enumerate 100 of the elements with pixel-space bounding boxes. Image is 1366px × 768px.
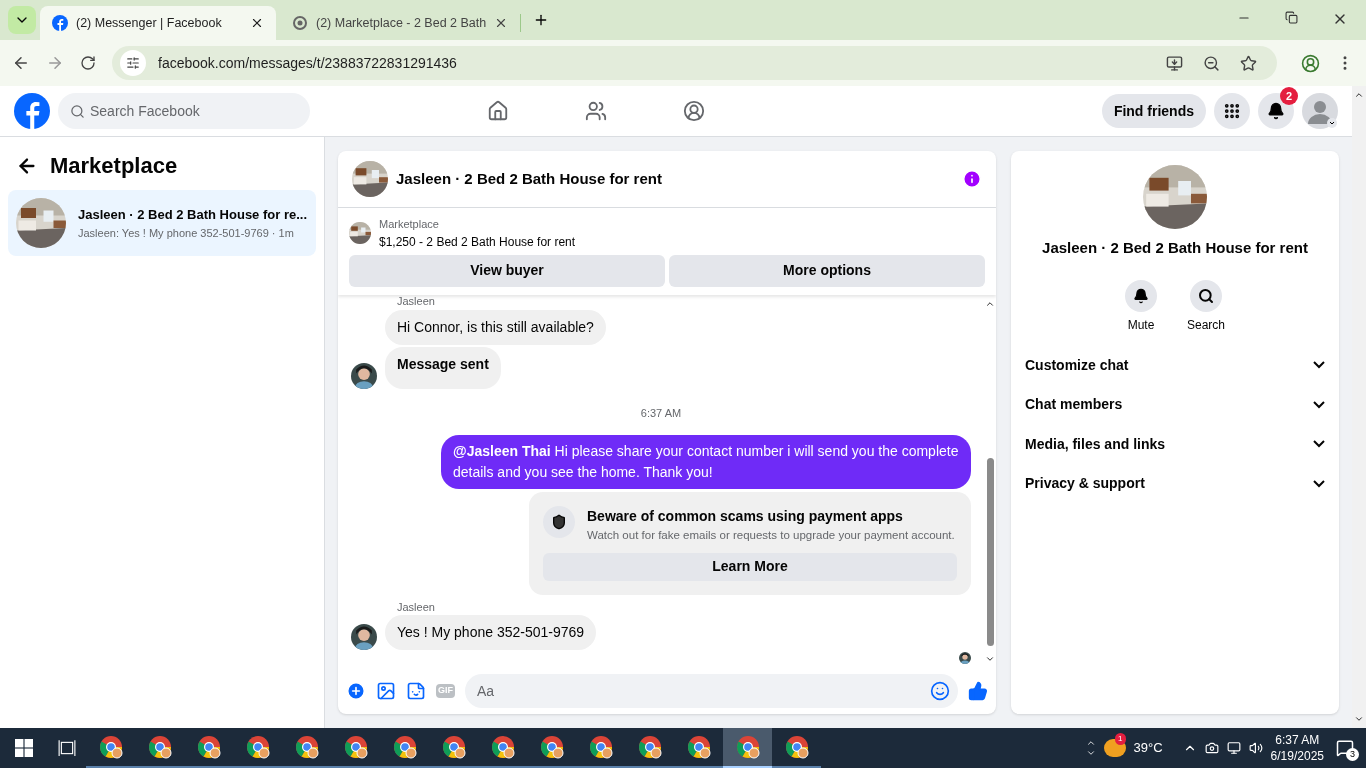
browser-icon (245, 735, 270, 759)
section-title: Customize chat (1025, 355, 1130, 375)
windows-icon[interactable] (15, 739, 33, 757)
browser-icon (196, 735, 221, 759)
site-info-button[interactable] (120, 50, 146, 76)
browser-icon (147, 735, 172, 759)
weather-badge: 1 (1115, 733, 1126, 745)
chevron-down-icon (1313, 400, 1325, 409)
browser-icon (294, 735, 319, 759)
globe-icon (292, 15, 308, 31)
bell-icon (1133, 287, 1149, 304)
shield-icon (543, 506, 575, 539)
home-icon[interactable] (486, 100, 509, 122)
facebook-logo[interactable] (14, 93, 50, 129)
notifications-button[interactable] (1258, 93, 1294, 129)
groups-icon[interactable] (682, 100, 705, 122)
action-button[interactable]: More options (669, 254, 985, 287)
photo-icon[interactable] (376, 681, 396, 701)
message-field[interactable]: Aa (465, 674, 958, 708)
camera-icon[interactable] (1204, 741, 1219, 755)
section-header[interactable]: Media, files and links (1019, 424, 1331, 464)
url-text: facebook.com/messages/t/23883722831291436 (158, 53, 458, 73)
address-bar[interactable]: facebook.com/messages/t/23883722831291436 (112, 46, 1277, 80)
add-icon[interactable] (346, 681, 366, 701)
scroll-up-icon[interactable] (1354, 90, 1364, 100)
bell-icon (1267, 102, 1285, 120)
taskbar-app[interactable] (723, 728, 772, 768)
friends-icon[interactable] (584, 100, 607, 122)
like-icon[interactable] (968, 681, 988, 701)
action-label: Mute (1127, 316, 1155, 334)
timestamp: 6:37 AM (639, 405, 683, 421)
browser-tab[interactable]: (2) Messenger | Facebook (40, 6, 276, 40)
sliders-icon (126, 56, 140, 70)
volume-icon[interactable] (1248, 741, 1263, 755)
profile-icon[interactable] (1301, 53, 1320, 73)
scroll-down-icon[interactable] (1085, 748, 1096, 758)
browser-icon (392, 735, 417, 759)
action-label: Search (1187, 316, 1225, 334)
forward-icon[interactable] (46, 54, 64, 72)
zoom-icon[interactable] (1203, 54, 1220, 72)
search-field[interactable]: Search Facebook (58, 93, 310, 129)
chat-title: Jasleen · 2 Bed 2 Bath House for rent (396, 168, 663, 189)
conversation-title: Jasleen · 2 Bed 2 Bath House for re... (78, 206, 308, 224)
search-button[interactable] (1190, 279, 1222, 312)
message-bubble: @Jasleen Thai Hi please share your contact number i will send you the complete details and you see the home. Thank you! (441, 435, 971, 490)
browser-icon (490, 735, 515, 759)
emoji-icon[interactable] (930, 681, 950, 701)
menu-button[interactable] (1214, 93, 1250, 129)
notification-badge: 2 (1280, 87, 1298, 105)
tab-title: (2) Marketplace - 2 Bed 2 Bath (316, 14, 487, 32)
message-bubble: Message sent (385, 346, 501, 389)
clock-date: 6/19/2025 (1270, 748, 1324, 764)
notice-title: Beware of common scams using payment apps (587, 507, 904, 527)
conversation-item[interactable]: Jasleen · 2 Bed 2 Bath House for re... Jasleen: Yes ! My phone 352-501-9769 · 1m (8, 190, 316, 256)
browser-icon (784, 735, 809, 759)
close-icon[interactable] (250, 16, 264, 30)
avatar-icon[interactable] (1302, 93, 1338, 129)
message-bubble: Hi Connor, is this still available? (385, 309, 606, 345)
task-view-icon[interactable] (58, 739, 76, 757)
bookmark-icon[interactable] (1240, 54, 1257, 72)
listing-text: $1,250 - 2 Bed 2 Bath House for rent (379, 233, 576, 251)
reload-icon[interactable] (80, 55, 96, 71)
section-header[interactable]: Customize chat (1019, 345, 1331, 385)
notifications-icon[interactable] (1336, 739, 1354, 757)
conversation-preview: Jasleen: Yes ! My phone 352-501-9769 · 1m (78, 225, 295, 241)
action-button[interactable]: View buyer (349, 254, 665, 287)
search-icon (70, 104, 85, 119)
chevron-down-icon (1313, 361, 1325, 370)
restore-icon[interactable] (1285, 11, 1298, 24)
find-friends-button[interactable]: Find friends (1101, 94, 1206, 128)
scroll-up-icon[interactable] (1085, 738, 1096, 748)
notification-count: 3 (1346, 748, 1359, 761)
section-title: Media, files and links (1025, 434, 1167, 454)
browser-icon (686, 735, 711, 759)
back-icon[interactable] (12, 54, 30, 72)
browser-icon (343, 735, 368, 759)
browser-icon (735, 735, 760, 759)
details-title: Jasleen · 2 Bed 2 Bath House for rent (1042, 238, 1308, 258)
mute-button[interactable] (1125, 279, 1157, 312)
network-icon[interactable] (1226, 741, 1241, 755)
tab-list-button[interactable] (8, 6, 36, 34)
scroll-down-icon[interactable] (1354, 714, 1364, 724)
notice-text: Watch out for fake emails or requests to upgrade your payment account. (587, 528, 955, 544)
info-icon[interactable] (962, 169, 982, 189)
page-scrollbar[interactable] (1352, 86, 1366, 728)
temperature: 39°C (1133, 739, 1163, 758)
sticker-icon[interactable] (406, 681, 426, 701)
grid-icon (1223, 102, 1241, 120)
learn-more-button[interactable]: Learn More (543, 552, 957, 581)
tab-title: (2) Messenger | Facebook (76, 14, 223, 32)
section-header[interactable]: Privacy & support (1019, 464, 1331, 504)
listing-label: Marketplace (379, 217, 440, 232)
new-tab-icon[interactable] (533, 12, 549, 28)
browser-tab[interactable]: (2) Marketplace - 2 Bed 2 Bath (280, 6, 516, 40)
message-bubble: Yes ! My phone 352-501-9769 (385, 615, 597, 650)
browser-icon (98, 735, 123, 759)
scroll-down-icon[interactable] (985, 654, 995, 664)
section-header[interactable]: Chat members (1019, 385, 1331, 425)
install-icon[interactable] (1166, 54, 1183, 72)
chevron-down-icon (1313, 440, 1325, 449)
